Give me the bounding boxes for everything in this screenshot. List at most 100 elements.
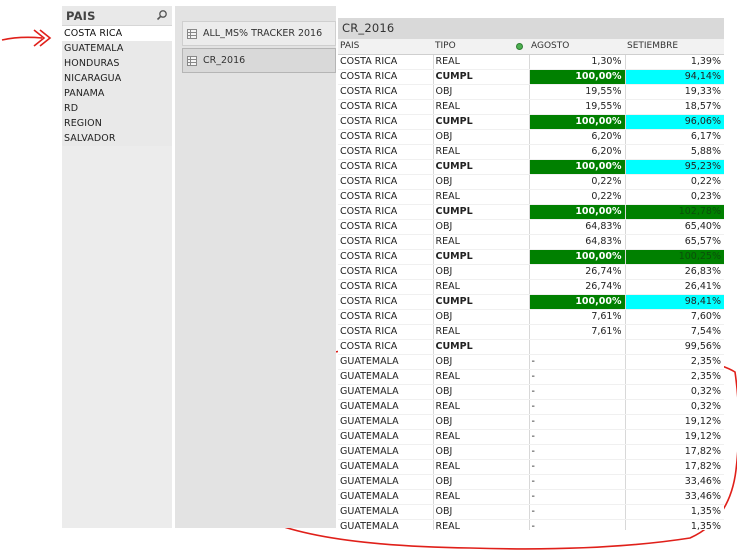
- cell-tipo: OBJ: [432, 504, 529, 520]
- cell-agosto: 6,20%: [528, 129, 625, 145]
- cell-agosto: 6,20%: [528, 144, 625, 160]
- cell-agosto: 1,30%: [528, 54, 625, 70]
- table-row: COSTA RICA CUMPL 100,00% 96,06%: [338, 114, 724, 130]
- cell-tipo: OBJ: [432, 264, 529, 280]
- cell-pais: COSTA RICA: [338, 264, 433, 280]
- cell-tipo: REAL: [432, 189, 529, 205]
- cell-tipo: REAL: [432, 489, 529, 505]
- cell-tipo: CUMPL: [432, 339, 529, 355]
- cell-setiembre: 33,46%: [624, 474, 724, 490]
- cell-pais: COSTA RICA: [338, 309, 433, 325]
- cell-agosto: 100,00%: [528, 114, 625, 130]
- cell-pais: COSTA RICA: [338, 159, 433, 175]
- pais-item[interactable]: REGION: [62, 116, 172, 131]
- cell-setiembre: 95,23%: [624, 159, 724, 175]
- cell-setiembre: 2,35%: [624, 369, 724, 385]
- table-row: GUATEMALA OBJ -0,32%: [338, 384, 724, 400]
- cell-tipo: REAL: [432, 234, 529, 250]
- table-row: COSTA RICA OBJ 0,22% 0,22%: [338, 174, 724, 190]
- table-row: GUATEMALA REAL -1,35%: [338, 519, 724, 530]
- sheet-button-all-ms-tracker[interactable]: ALL_MS% TRACKER 2016: [182, 21, 336, 46]
- cell-pais: COSTA RICA: [338, 54, 433, 70]
- table-row: COSTA RICA REAL 19,55% 18,57%: [338, 99, 724, 115]
- cell-agosto: -: [528, 429, 625, 445]
- column-header-agosto[interactable]: AGOSTO: [529, 39, 625, 55]
- cell-tipo: REAL: [432, 54, 529, 70]
- table-row: COSTA RICA OBJ 64,83% 65,40%: [338, 219, 724, 235]
- pais-item[interactable]: COSTA RICA: [62, 26, 172, 41]
- table-caption[interactable]: CR_2016: [338, 18, 724, 39]
- data-table: PAIS TIPO AGOSTO SETIEMBRE COSTA RICA REA…: [338, 39, 724, 530]
- table-row: COSTA RICA REAL 1,30% 1,39%: [338, 54, 724, 70]
- pais-listbox-items: COSTA RICA GUATEMALA HONDURAS NICARAGUA …: [62, 26, 172, 146]
- cell-setiembre: 6,17%: [624, 129, 724, 145]
- cell-pais: GUATEMALA: [338, 384, 433, 400]
- table-row: COSTA RICA CUMPL 100,00% 102,78%: [338, 204, 724, 220]
- cell-tipo: CUMPL: [432, 69, 529, 85]
- cell-agosto: -: [528, 444, 625, 460]
- cell-pais: GUATEMALA: [338, 354, 433, 370]
- cell-pais: GUATEMALA: [338, 444, 433, 460]
- table-row: COSTA RICA CUMPL 100,00% 100,25%: [338, 249, 724, 265]
- cell-setiembre: 5,88%: [624, 144, 724, 160]
- pais-listbox[interactable]: PAIS COSTA RICA GUATEMALA HONDURAS NICAR…: [62, 6, 172, 146]
- cell-tipo: CUMPL: [432, 159, 529, 175]
- search-icon[interactable]: [156, 9, 168, 21]
- cell-pais: COSTA RICA: [338, 99, 433, 115]
- cell-tipo: OBJ: [432, 309, 529, 325]
- pais-item[interactable]: GUATEMALA: [62, 41, 172, 56]
- cell-pais: COSTA RICA: [338, 114, 433, 130]
- cell-pais: GUATEMALA: [338, 399, 433, 415]
- cell-pais: COSTA RICA: [338, 324, 433, 340]
- cell-pais: COSTA RICA: [338, 249, 433, 265]
- cell-agosto: 7,61%: [528, 324, 625, 340]
- cell-pais: GUATEMALA: [338, 504, 433, 520]
- pais-item[interactable]: HONDURAS: [62, 56, 172, 71]
- cell-tipo: OBJ: [432, 174, 529, 190]
- cell-setiembre: 0,23%: [624, 189, 724, 205]
- cell-tipo: CUMPL: [432, 114, 529, 130]
- cell-pais: GUATEMALA: [338, 414, 433, 430]
- cell-setiembre: 0,32%: [624, 399, 724, 415]
- table-row: GUATEMALA REAL -33,46%: [338, 489, 724, 505]
- cell-pais: GUATEMALA: [338, 459, 433, 475]
- column-header-pais[interactable]: PAIS: [338, 39, 433, 55]
- cell-pais: COSTA RICA: [338, 279, 433, 295]
- pais-item[interactable]: PANAMA: [62, 86, 172, 101]
- cell-setiembre: 94,14%: [624, 69, 724, 85]
- pais-listbox-title: PAIS: [66, 9, 96, 23]
- table-row: GUATEMALA OBJ -1,35%: [338, 504, 724, 520]
- cell-pais: COSTA RICA: [338, 144, 433, 160]
- cell-tipo: REAL: [432, 99, 529, 115]
- cell-agosto: 26,74%: [528, 279, 625, 295]
- table-row: COSTA RICA REAL 0,22% 0,23%: [338, 189, 724, 205]
- cell-tipo: CUMPL: [432, 249, 529, 265]
- cell-agosto: 100,00%: [528, 204, 625, 220]
- cell-setiembre: 0,32%: [624, 384, 724, 400]
- column-header-tipo[interactable]: TIPO: [433, 39, 529, 55]
- cell-pais: GUATEMALA: [338, 519, 433, 530]
- cell-tipo: OBJ: [432, 219, 529, 235]
- cell-tipo: OBJ: [432, 384, 529, 400]
- pais-item[interactable]: RD: [62, 101, 172, 116]
- cell-setiembre: 96,06%: [624, 114, 724, 130]
- cell-tipo: OBJ: [432, 84, 529, 100]
- pais-item[interactable]: NICARAGUA: [62, 71, 172, 86]
- cell-setiembre: 18,57%: [624, 99, 724, 115]
- cell-setiembre: 100,25%: [624, 249, 724, 265]
- sheet-button-cr-2016[interactable]: CR_2016: [182, 48, 336, 73]
- cell-agosto: -: [528, 369, 625, 385]
- cell-setiembre: 99,56%: [624, 339, 724, 355]
- cell-tipo: REAL: [432, 399, 529, 415]
- column-header-setiembre[interactable]: SETIEMBRE: [625, 39, 724, 55]
- cr-2016-table-object[interactable]: CR_2016 PAIS TIPO AGOSTO SETIEMBRE COSTA…: [338, 18, 724, 530]
- cell-setiembre: 65,40%: [624, 219, 724, 235]
- cell-tipo: OBJ: [432, 474, 529, 490]
- cell-pais: COSTA RICA: [338, 69, 433, 85]
- cell-setiembre: 7,54%: [624, 324, 724, 340]
- cell-setiembre: 17,82%: [624, 444, 724, 460]
- cell-pais: COSTA RICA: [338, 84, 433, 100]
- pais-item[interactable]: SALVADOR: [62, 131, 172, 146]
- cell-agosto: -: [528, 519, 625, 530]
- column-header-tipo-label: TIPO: [435, 41, 456, 52]
